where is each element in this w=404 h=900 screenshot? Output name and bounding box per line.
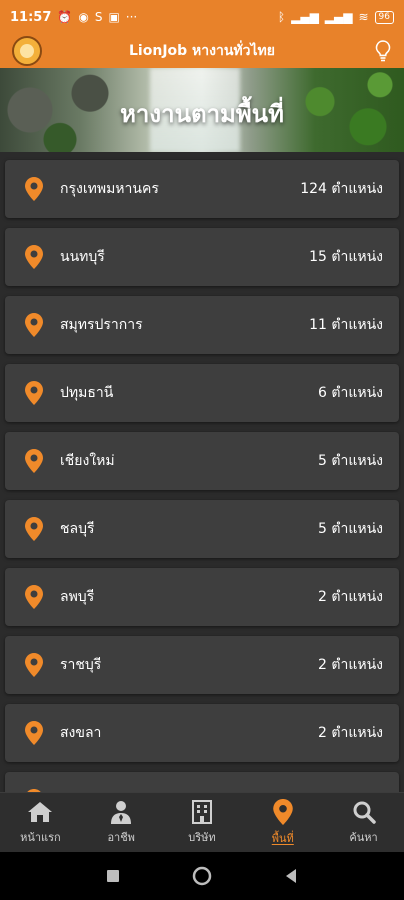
- signal-icon: ▂▄▆: [291, 10, 319, 24]
- province-name: ชลบุรี: [60, 521, 95, 537]
- location-pin-icon: [25, 653, 43, 677]
- job-count: 5 ตำแหน่ง: [318, 453, 383, 469]
- job-count: 2 ตำแหน่ง: [318, 589, 383, 605]
- app-icon: ▣: [108, 10, 120, 24]
- person-icon: [111, 800, 132, 824]
- hero-banner: หางานตามพื้นที่: [0, 68, 404, 152]
- province-name: นนทบุรี: [60, 249, 105, 265]
- home-icon: [28, 801, 53, 822]
- home-circle-icon[interactable]: [192, 866, 212, 886]
- nav-area-label: พื้นที่: [271, 831, 294, 845]
- province-list[interactable]: กรุงเทพมหานคร 124 ตำแหน่ง นนทบุรี 15 ตำแ…: [0, 152, 404, 792]
- job-count: 15 ตำแหน่ง: [309, 249, 383, 265]
- page-title: หางานตามพื้นที่: [120, 100, 284, 128]
- lightbulb-icon[interactable]: [374, 39, 392, 63]
- job-count: 2 ตำแหน่ง: [318, 725, 383, 741]
- location-pin-icon: [25, 721, 43, 745]
- province-row[interactable]: สมุทรปราการ 11 ตำแหน่ง: [5, 296, 399, 354]
- location-pin-icon: [25, 381, 43, 405]
- nav-search[interactable]: ค้นหา: [323, 793, 404, 852]
- province-row[interactable]: ชลบุรี 5 ตำแหน่ง: [5, 500, 399, 558]
- province-row[interactable]: สงขลา 2 ตำแหน่ง: [5, 704, 399, 762]
- status-bar: 11:57 ⏰ ◉ S ▣ ··· ᛒ ▂▄▆ ▂▄▆ ≋ 96: [0, 0, 404, 34]
- job-count: 6 ตำแหน่ง: [318, 385, 383, 401]
- nav-company[interactable]: บริษัท: [162, 793, 243, 852]
- province-row[interactable]: นนทบุรี 15 ตำแหน่ง: [5, 228, 399, 286]
- nav-home[interactable]: หน้าแรก: [0, 793, 81, 852]
- location-pin-icon: [25, 245, 43, 269]
- nav-occupation[interactable]: อาชีพ: [81, 793, 162, 852]
- nav-occupation-label: อาชีพ: [107, 830, 135, 844]
- nav-home-label: หน้าแรก: [20, 830, 61, 844]
- system-nav-bar: [0, 852, 404, 900]
- province-name: ราชบุรี: [60, 657, 102, 673]
- province-row[interactable]: [5, 772, 399, 792]
- alarm-icon: ⏰: [57, 10, 73, 24]
- job-count: 2 ตำแหน่ง: [318, 657, 383, 673]
- location-pin-icon: [25, 313, 43, 337]
- location-pin-icon: [273, 798, 293, 825]
- province-name: ปทุมธานี: [60, 385, 114, 401]
- province-row[interactable]: กรุงเทพมหานคร 124 ตำแหน่ง: [5, 160, 399, 218]
- province-row[interactable]: ราชบุรี 2 ตำแหน่ง: [5, 636, 399, 694]
- search-icon: [353, 801, 376, 824]
- province-name: เชียงใหม่: [60, 453, 115, 469]
- back-icon[interactable]: [284, 868, 298, 884]
- job-count: 124 ตำแหน่ง: [300, 181, 383, 197]
- line-icon: ◉: [78, 10, 89, 24]
- bluetooth-icon: ᛒ: [277, 10, 286, 24]
- province-row[interactable]: ปทุมธานี 6 ตำแหน่ง: [5, 364, 399, 422]
- job-count: 5 ตำแหน่ง: [318, 521, 383, 537]
- nav-search-label: ค้นหา: [349, 830, 378, 844]
- province-name: สงขลา: [60, 725, 102, 741]
- province-row[interactable]: เชียงใหม่ 5 ตำแหน่ง: [5, 432, 399, 490]
- signal-icon: ▂▄▆: [324, 10, 353, 24]
- location-pin-icon: [25, 517, 43, 541]
- nav-area[interactable]: พื้นที่: [242, 793, 323, 852]
- s-icon: S: [94, 10, 103, 24]
- province-name: สมุทรปราการ: [60, 317, 143, 333]
- status-left-icons: ⏰ ◉ S ▣ ···: [57, 10, 137, 24]
- lion-logo-icon[interactable]: [12, 36, 42, 66]
- province-name: ลพบุรี: [60, 589, 95, 605]
- building-icon: [191, 799, 212, 824]
- location-pin-icon: [25, 449, 43, 473]
- bottom-nav: หน้าแรก อาชีพ บริษัท พื้นที่ ค้นหา: [0, 792, 404, 852]
- app-title: LionJob หางานทั่วไทย: [129, 43, 275, 59]
- status-time: 11:57: [10, 9, 52, 25]
- app-bar: LionJob หางานทั่วไทย: [0, 34, 404, 68]
- recent-apps-icon[interactable]: [106, 869, 120, 883]
- province-row[interactable]: ลพบุรี 2 ตำแหน่ง: [5, 568, 399, 626]
- nav-company-label: บริษัท: [188, 830, 216, 844]
- location-pin-icon: [25, 585, 43, 609]
- wifi-icon: ≋: [358, 10, 369, 24]
- location-pin-icon: [25, 177, 43, 201]
- job-count: 11 ตำแหน่ง: [309, 317, 383, 333]
- battery-icon: 96: [374, 10, 394, 24]
- more-icon: ···: [125, 10, 138, 24]
- province-name: กรุงเทพมหานคร: [60, 181, 159, 197]
- status-right-icons: ᛒ ▂▄▆ ▂▄▆ ≋ 96: [278, 10, 394, 24]
